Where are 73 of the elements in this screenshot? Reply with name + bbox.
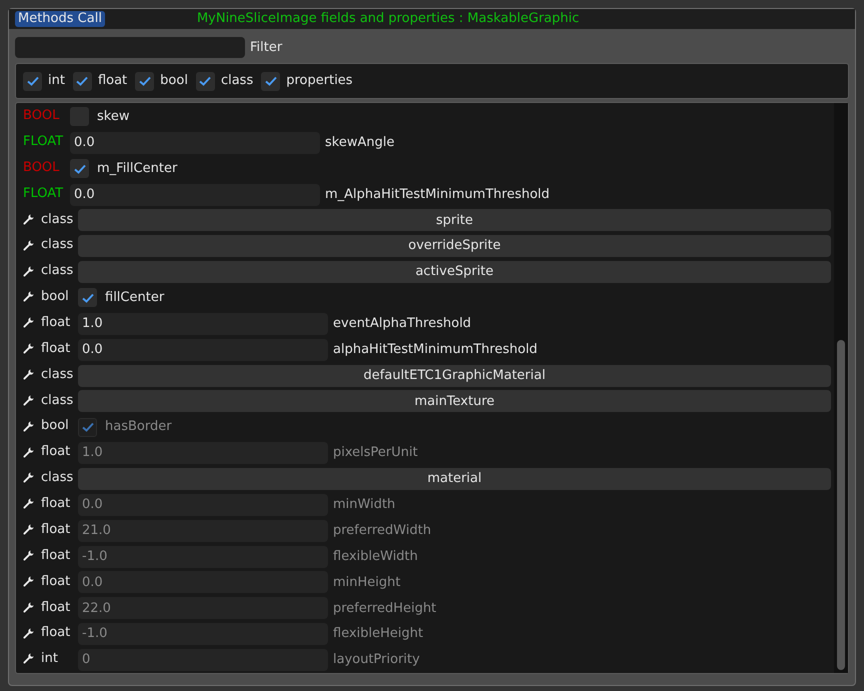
type-label: float (41, 520, 70, 539)
checkmark-icon (199, 76, 212, 86)
type-label: bool (41, 417, 69, 436)
checkbox[interactable] (72, 72, 92, 90)
type-label: float (41, 340, 70, 358)
field-name: fillCenter (105, 289, 164, 308)
number-field[interactable]: 1.0 (78, 312, 328, 335)
number-field[interactable]: 0.0 (70, 132, 320, 154)
type-label: BOOL (23, 106, 60, 125)
type-label: float (41, 598, 70, 616)
type-label: BOOL (23, 158, 60, 177)
checkbox[interactable] (78, 288, 97, 308)
field-name: flexibleHeight (333, 625, 424, 644)
type-label: FLOAT (23, 184, 64, 202)
filter-option-label: int (48, 72, 65, 90)
type-label: class (41, 262, 74, 280)
field-name: preferredHeight (333, 600, 436, 618)
number-field[interactable]: 0.0 (78, 338, 328, 361)
filter-option-label: bool (160, 72, 188, 90)
type-label: float (41, 546, 70, 565)
filter-option-label: class (220, 72, 254, 90)
class-button[interactable]: defaultETC1GraphicMaterial (78, 364, 831, 387)
type-label: float (41, 495, 70, 514)
scrollbar-thumb[interactable] (837, 340, 845, 670)
field-name: m_AlphaHitTestMinimumThreshold (325, 186, 550, 204)
field-name: m_FillCenter (97, 160, 178, 178)
filter-option-label: float (98, 72, 128, 90)
type-label: float (41, 314, 70, 332)
class-button[interactable]: sprite (78, 209, 831, 232)
class-button[interactable]: material (78, 468, 831, 490)
type-label: class (41, 392, 74, 410)
type-label: float (41, 624, 70, 642)
filter-label: Filter (250, 38, 282, 57)
checkmark-icon (82, 422, 94, 432)
filter-field[interactable] (15, 37, 245, 58)
checkbox[interactable] (70, 159, 89, 178)
checkbox[interactable] (261, 72, 280, 90)
checkmark-icon (26, 76, 38, 86)
checkmark-icon (264, 76, 277, 86)
field-name: minHeight (333, 574, 400, 592)
type-label: bool (41, 288, 69, 306)
field-name: minWidth (333, 496, 396, 514)
field-name: eventAlphaThreshold (333, 315, 472, 334)
field-name: layoutPriority (333, 651, 420, 670)
field-name: hasBorder (105, 418, 172, 436)
window-title: MyNineSliceImage fields and properties : MaskableGraphic (196, 10, 580, 28)
checkmark-icon (82, 292, 94, 303)
type-label: class (41, 236, 74, 254)
type-label: class (41, 210, 74, 229)
type-label: class (41, 366, 74, 384)
field-name: alphaHitTestMinimumThreshold (333, 340, 538, 359)
number-field[interactable]: 0.0 (70, 184, 320, 206)
class-button[interactable]: activeSprite (78, 261, 831, 284)
checkbox[interactable] (196, 72, 215, 90)
class-button[interactable]: mainTexture (78, 390, 831, 412)
checkbox[interactable] (135, 72, 154, 90)
class-button[interactable]: overrideSprite (78, 235, 831, 258)
type-label: int (41, 650, 58, 668)
field-name: skew (97, 108, 130, 126)
filter-option-label: properties (286, 72, 353, 90)
field-name: skewAngle (325, 134, 394, 152)
methods-call-button[interactable]: Methods Call (15, 11, 105, 27)
type-label: float (41, 572, 70, 591)
checkmark-icon (74, 164, 86, 174)
type-label: FLOAT (23, 132, 64, 151)
type-label: class (41, 469, 74, 488)
field-name: preferredWidth (333, 522, 432, 540)
type-label: float (41, 443, 70, 462)
checkmark-icon (76, 76, 88, 86)
checkmark-icon (138, 76, 151, 86)
checkbox[interactable] (23, 72, 42, 90)
field-name: pixelsPerUnit (333, 444, 418, 462)
field-name: flexibleWidth (333, 548, 418, 566)
